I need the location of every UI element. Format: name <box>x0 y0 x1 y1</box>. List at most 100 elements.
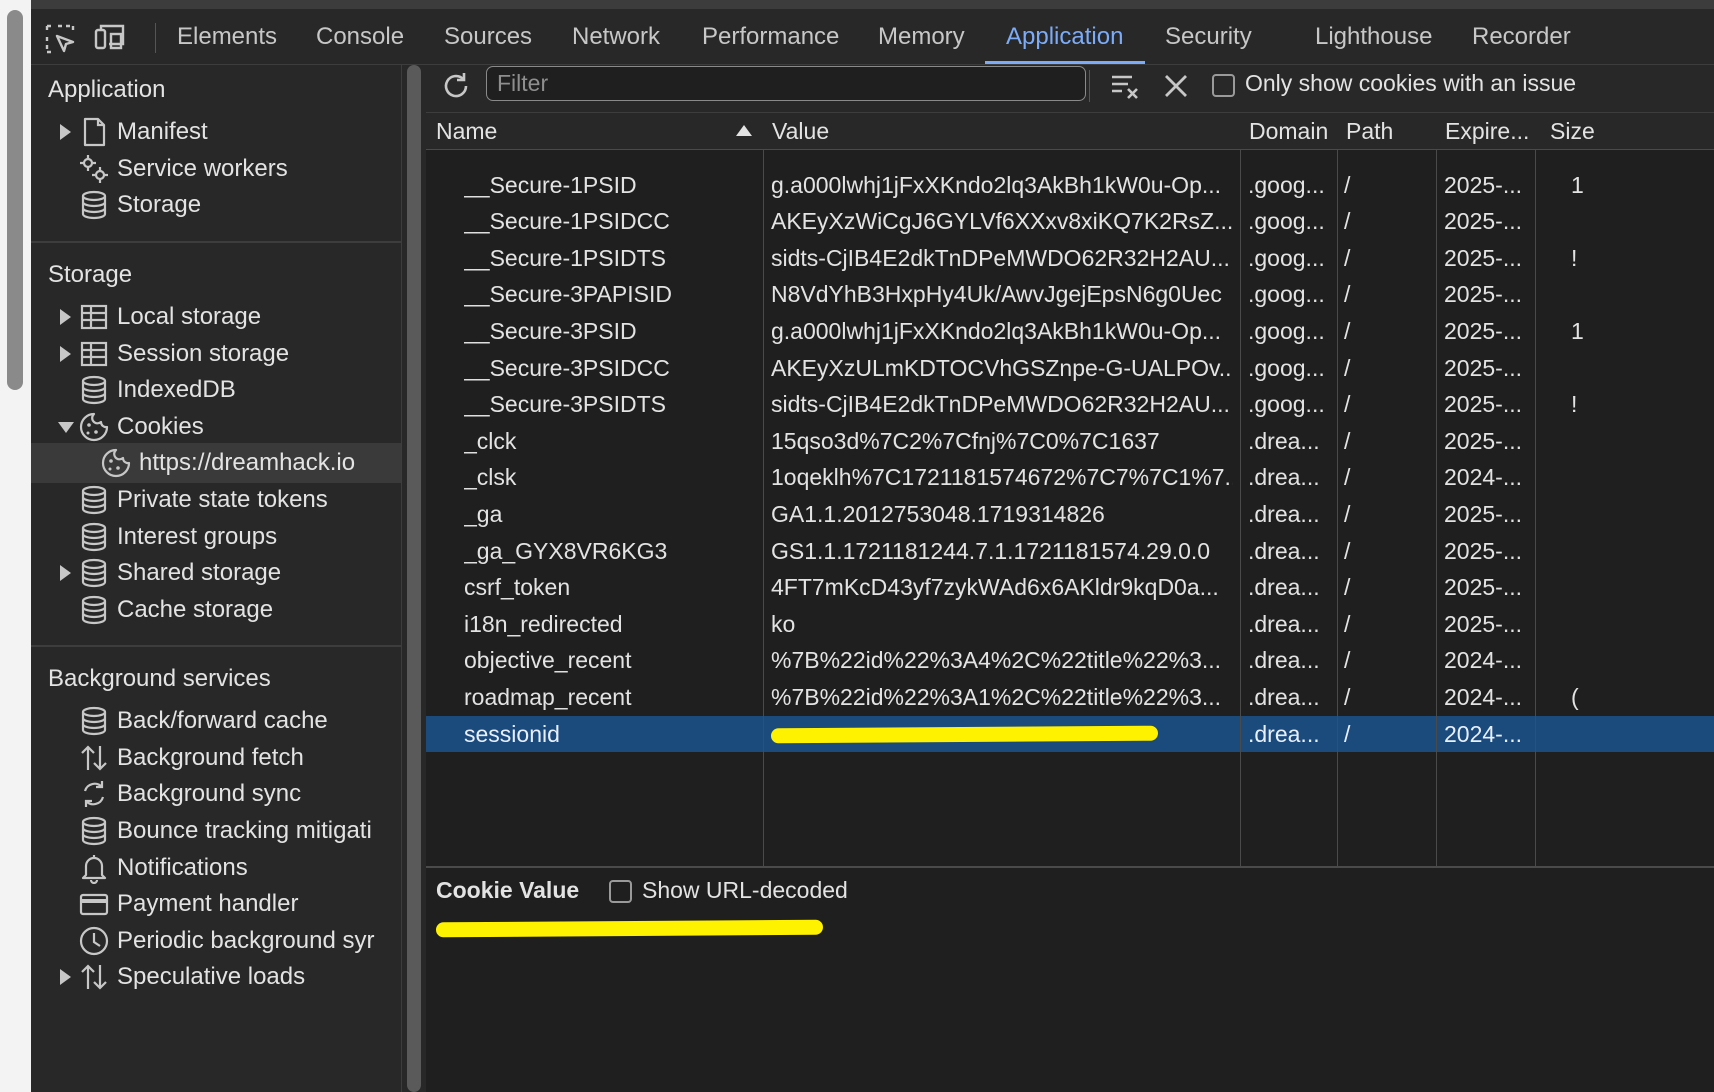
sidebar-item-shared-storage[interactable]: Shared storage <box>31 553 401 593</box>
sidebar-scrollbar[interactable] <box>403 65 425 1092</box>
clear-filtered-cookies-icon[interactable] <box>1110 71 1140 101</box>
sidebar-item-label: Interest groups <box>117 523 278 550</box>
tab-network[interactable]: Network <box>572 9 660 64</box>
table-row[interactable]: i18n_redirected ko .drea... / 2025-... <box>426 606 1714 643</box>
table-row[interactable]: csrf_token 4FT7mKcD43yf7zykWAd6x6AKldr9kq… <box>426 569 1714 606</box>
cookie-path-cell: / <box>1344 281 1351 308</box>
cookie-expires-cell: 2025-... <box>1444 427 1522 454</box>
column-header-expires[interactable]: Expire... <box>1445 113 1529 149</box>
sort-ascending-icon[interactable] <box>736 125 752 136</box>
tab-recorder[interactable]: Recorder <box>1472 9 1571 64</box>
tab-security[interactable]: Security <box>1165 9 1252 64</box>
expand-arrow-icon[interactable] <box>60 309 71 325</box>
cookie-size-cell: ! <box>1571 391 1578 418</box>
sidebar-item-periodic-background-sync[interactable]: Periodic background syr <box>31 921 401 961</box>
document-icon <box>83 117 106 147</box>
sidebar-item-bounce-tracking[interactable]: Bounce tracking mitigati <box>31 811 401 851</box>
expand-arrow-icon[interactable] <box>60 565 71 581</box>
column-header-value[interactable]: Value <box>772 113 829 149</box>
table-row[interactable]: __Secure-1PSIDCC AKEyXzWiCgJ6GYLVf6XXxv8x… <box>426 203 1714 240</box>
column-header-size[interactable]: Size <box>1550 113 1595 149</box>
sidebar-item-cookie-origin[interactable]: https://dreamhack.io <box>31 443 401 483</box>
filter-input[interactable] <box>486 66 1086 101</box>
cookie-name-cell: __Secure-1PSIDCC <box>464 208 670 235</box>
sidebar-item-service-workers[interactable]: Service workers <box>31 149 401 189</box>
clear-all-cookies-icon[interactable] <box>1163 73 1189 99</box>
tab-elements[interactable]: Elements <box>177 9 277 64</box>
tab-memory[interactable]: Memory <box>878 9 965 64</box>
table-row[interactable]: _ga_GYX8VR6KG3 GS1.1.1721181244.7.1.17211… <box>426 533 1714 570</box>
column-header-name[interactable]: Name <box>436 113 497 149</box>
collapse-arrow-icon[interactable] <box>58 422 74 433</box>
refresh-icon[interactable] <box>440 70 472 102</box>
table-row[interactable]: __Secure-1PSID g.a000lwhj1jFxXKndo2lq3AkB… <box>426 167 1714 204</box>
cookie-value-cell: 1oqeklh%7C1721181574672%7C7%7C1%7... <box>771 464 1233 491</box>
cookie-size-cell <box>1571 459 1714 496</box>
cookie-expires-cell: 2025-... <box>1444 208 1522 235</box>
sidebar-item-payment-handler[interactable]: Payment handler <box>31 884 401 924</box>
sidebar-item-speculative-loads[interactable]: Speculative loads <box>31 957 401 997</box>
sidebar-item-indexeddb[interactable]: IndexedDB <box>31 370 401 410</box>
sidebar-item-background-fetch[interactable]: Background fetch <box>31 738 401 778</box>
cookie-name-cell: _clck <box>464 427 517 454</box>
sidebar-item-cookies[interactable]: Cookies <box>31 407 401 447</box>
only-issue-checkbox[interactable] <box>1212 74 1235 97</box>
cookie-expires-cell: 2025-... <box>1444 354 1522 381</box>
table-row[interactable]: _clsk 1oqeklh%7C1721181574672%7C7%7C1%7..… <box>426 459 1714 496</box>
table-row[interactable]: __Secure-1PSIDTS sidts-CjIB4E2dkTnDPeMWDO… <box>426 240 1714 277</box>
cookie-name-cell: sessionid <box>464 720 560 747</box>
cookie-path-cell: / <box>1344 391 1351 418</box>
device-toolbar-icon[interactable] <box>93 22 127 56</box>
cookie-domain-cell: .drea... <box>1248 574 1320 601</box>
sidebar-item-label: Shared storage <box>117 559 282 586</box>
cookie-path-cell: / <box>1344 684 1351 710</box>
table-row[interactable]: _clck 15qso3d%7C2%7Cfnj%7C0%7C1637 .drea..… <box>426 423 1714 460</box>
tab-lighthouse[interactable]: Lighthouse <box>1315 9 1432 64</box>
page-scrollbar[interactable] <box>0 0 31 1092</box>
sidebar-item-background-sync[interactable]: Background sync <box>31 774 401 814</box>
expand-arrow-icon[interactable] <box>60 969 71 985</box>
sidebar-item-back-forward-cache[interactable]: Back/forward cache <box>31 701 401 741</box>
table-row[interactable]: __Secure-3PAPISID N8VdYhB3HxpHy4Uk/AwvJge… <box>426 276 1714 313</box>
sidebar-section-application: Application <box>48 76 166 103</box>
sidebar-item-manifest[interactable]: Manifest <box>31 112 401 152</box>
sidebar-item-private-state-tokens[interactable]: Private state tokens <box>31 480 401 520</box>
page-scrollbar-thumb[interactable] <box>7 10 23 390</box>
table-row[interactable]: _ga GA1.1.2012753048.1719314826 .drea... / 2… <box>426 496 1714 533</box>
cookies-panel: Only show cookies with an issue Name Val… <box>426 65 1714 1092</box>
database-icon <box>81 375 107 405</box>
cookie-value-title: Cookie Value <box>436 877 580 903</box>
show-url-decoded-checkbox[interactable] <box>609 880 632 903</box>
cookie-icon <box>79 412 109 442</box>
table-row[interactable]: __Secure-3PSIDCC AKEyXzULmKDTOCVhGSZnpe-G… <box>426 350 1714 387</box>
sidebar-item-notifications[interactable]: Notifications <box>31 848 401 888</box>
table-row[interactable]: roadmap_recent %7B%22id%22%3A1%2C%22title… <box>426 679 1714 716</box>
sidebar-item-local-storage[interactable]: Local storage <box>31 297 401 337</box>
cookie-path-cell: / <box>1344 647 1351 674</box>
cookie-expires-cell: 2024-... <box>1444 684 1522 710</box>
table-row[interactable]: sessionid .drea... / 2024-... <box>426 715 1714 753</box>
tab-performance[interactable]: Performance <box>702 9 839 64</box>
tab-sources[interactable]: Sources <box>444 9 532 64</box>
sidebar-item-session-storage[interactable]: Session storage <box>31 334 401 374</box>
column-header-domain[interactable]: Domain <box>1249 113 1328 149</box>
cookie-value-cell: 4FT7mKcD43yf7zykWAd6x6AKldr9kqD0a... <box>771 574 1219 601</box>
sidebar-scrollbar-thumb[interactable] <box>407 65 421 1092</box>
sidebar-item-storage[interactable]: Storage <box>31 185 401 225</box>
sidebar-item-interest-groups[interactable]: Interest groups <box>31 517 401 557</box>
expand-arrow-icon[interactable] <box>60 124 71 140</box>
inspect-element-icon[interactable] <box>43 22 77 56</box>
tab-application[interactable]: Application <box>1006 9 1123 64</box>
tab-console[interactable]: Console <box>316 9 404 64</box>
sync-icon <box>83 781 105 807</box>
table-row[interactable]: __Secure-3PSID g.a000lwhj1jFxXKndo2lq3AkB… <box>426 313 1714 350</box>
column-header-path[interactable]: Path <box>1346 113 1393 149</box>
table-row[interactable]: objective_recent %7B%22id%22%3A4%2C%22tit… <box>426 642 1714 679</box>
cookie-icon <box>101 448 131 478</box>
table-row[interactable]: __Secure-3PSIDTS sidts-CjIB4E2dkTnDPeMWDO… <box>426 386 1714 423</box>
sidebar-divider <box>31 241 401 243</box>
database-icon <box>81 706 107 736</box>
sidebar-item-cache-storage[interactable]: Cache storage <box>31 590 401 630</box>
expand-arrow-icon[interactable] <box>60 346 71 362</box>
cookie-value-pane: Cookie Value Show URL-decoded <box>426 866 1714 1092</box>
